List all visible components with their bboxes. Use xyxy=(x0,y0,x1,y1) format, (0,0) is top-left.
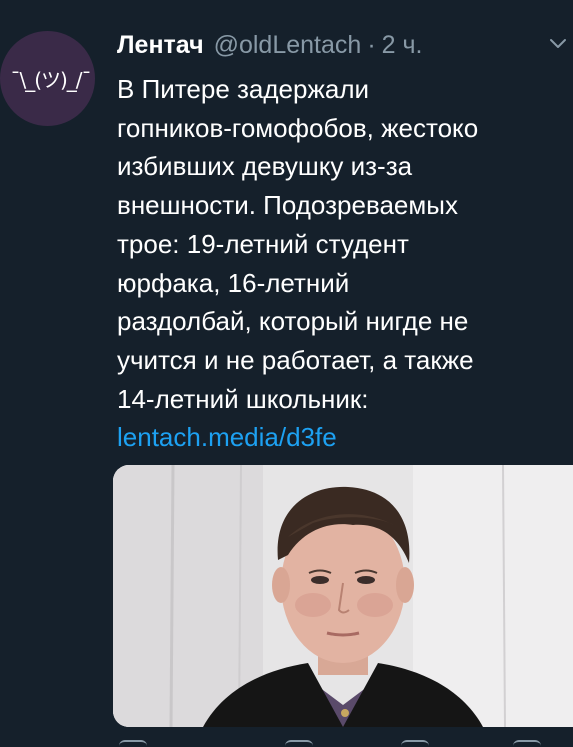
tweet-link[interactable]: lentach.media/d3fe xyxy=(117,418,573,457)
photo-illustration xyxy=(113,465,573,727)
like-icon[interactable] xyxy=(401,740,429,747)
reply-icon[interactable] xyxy=(119,740,147,747)
tweet-text-line: юрфака, 16-летний xyxy=(117,267,350,298)
tweet-action-bar xyxy=(113,738,573,747)
tweet-text-line: внешности. Подозреваемых xyxy=(117,190,458,221)
author-handle[interactable]: @oldLentach xyxy=(214,27,362,63)
tweet-timestamp[interactable]: 2 ч. xyxy=(382,27,423,63)
avatar-shrug-text: ¯\_(ツ)_/¯ xyxy=(10,68,91,92)
avatar[interactable]: ¯\_(ツ)_/¯ xyxy=(0,31,95,126)
tweet-text-line: трое: 19-летний студент xyxy=(117,228,409,259)
tweet-text-line: гопников-гомофобов, жестоко xyxy=(117,112,479,143)
tweet-media-photo[interactable] xyxy=(113,465,573,727)
tweet-text-line: В Питере задержали xyxy=(117,74,370,104)
separator-dot: · xyxy=(367,31,376,59)
tweet-text-line: учится и не работает, а также xyxy=(117,344,474,375)
tweet-text-line: раздолбай, который нигде не xyxy=(117,306,469,337)
tweet-text: В Питере задержали гопников-гомофобов, ж… xyxy=(117,70,573,457)
retweet-icon[interactable] xyxy=(285,740,313,747)
tweet-text-line: 14-летний школьник: xyxy=(117,383,369,414)
share-icon[interactable] xyxy=(513,740,541,747)
chevron-down-icon[interactable] xyxy=(549,38,567,50)
tweet-text-line: избивших девушку из-за xyxy=(117,151,413,182)
tweet-header: Лентач @oldLentach · 2 ч. xyxy=(117,27,422,63)
tweet[interactable]: ¯\_(ツ)_/¯ Лентач @oldLentach · 2 ч. В Пи… xyxy=(0,0,573,747)
author-display-name[interactable]: Лентач xyxy=(117,27,204,63)
